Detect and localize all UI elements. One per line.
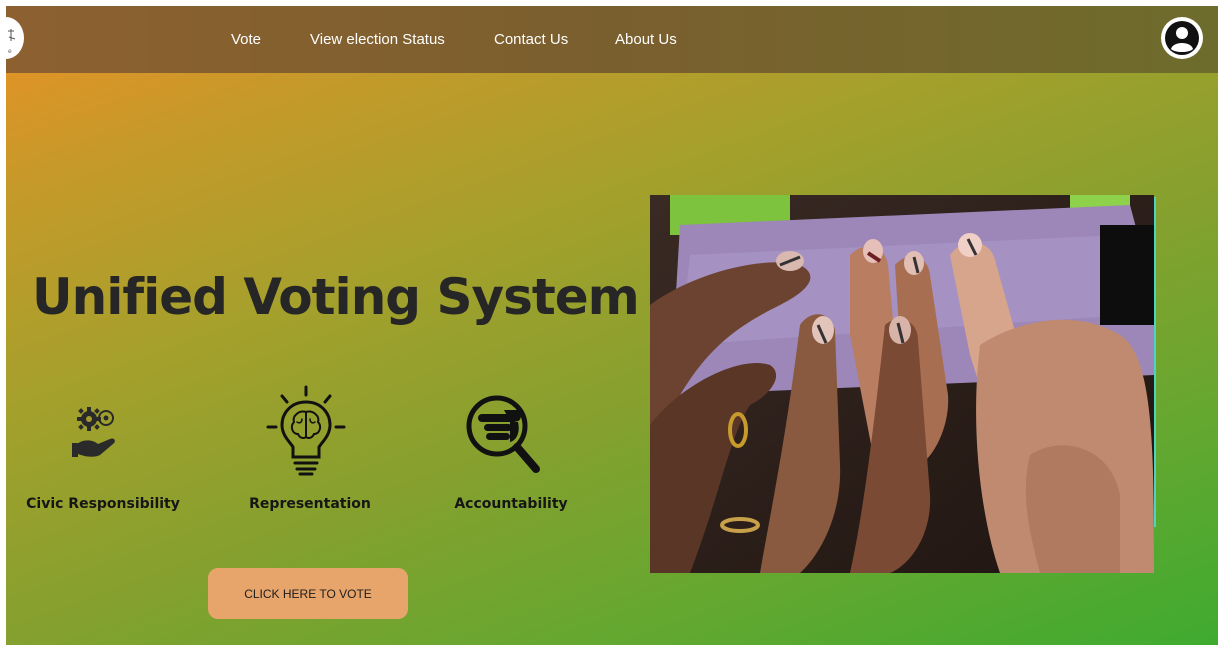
site-logo[interactable]: e [6,17,24,59]
nav-link-about-us[interactable]: About Us [615,31,677,48]
photo-border-accent [1154,197,1156,527]
feature-label-civic-responsibility: Civic Responsibility [26,496,180,512]
top-navbar: e Vote View election Status Contact Us A… [6,6,1218,73]
gears-hand-icon [70,401,124,466]
magnifier-pointing-hand-icon [464,390,544,481]
click-to-vote-button[interactable]: CLICK HERE TO VOTE [208,568,408,619]
lightbulb-brain-icon [264,384,348,485]
page-frame: e Vote View election Status Contact Us A… [6,6,1218,645]
feature-label-representation: Representation [249,496,371,512]
logo-mark-icon: e [8,29,16,55]
user-account-icon [1165,21,1199,55]
svg-text:e: e [8,48,12,55]
feature-label-accountability: Accountability [454,496,568,512]
nav-link-view-election-status[interactable]: View election Status [310,31,445,48]
page-title: Unified Voting System [32,268,640,326]
nav-link-contact-us[interactable]: Contact Us [494,31,568,48]
inked-fingers-voting-photo [650,195,1154,573]
nav-link-vote[interactable]: Vote [231,31,261,48]
user-profile-button[interactable] [1161,17,1203,59]
